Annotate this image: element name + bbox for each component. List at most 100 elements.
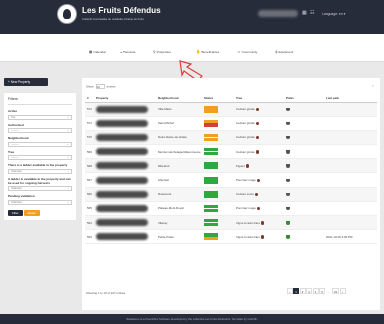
property-name-redacted[interactable] [94, 116, 156, 131]
page-button[interactable]: 2 [299, 288, 306, 294]
table-row[interactable]: 569 Mercier-Hochelaga-Maisonneuve Cerisier… [85, 144, 377, 160]
status-badge [204, 236, 218, 241]
reset-button[interactable]: Reset [23, 209, 40, 216]
table-row[interactable]: 567 Ahuntsic Pommier rouge [85, 172, 377, 188]
filter-ladder-usable-select[interactable]: Unknown [8, 186, 72, 191]
row-tree: Cerisier griotte [234, 144, 284, 160]
filter-tree-select[interactable]: --------- [8, 155, 72, 160]
property-name-redacted[interactable] [94, 172, 156, 188]
page-button[interactable]: 1 [293, 288, 299, 294]
main-nav: ▦Calendar ◒Harvests ⚲Properties ✋Benefic… [0, 34, 384, 62]
status-badge [204, 222, 218, 227]
column-header[interactable]: # [85, 94, 94, 103]
filter-pending-select[interactable]: Unknown [8, 199, 72, 205]
row-id: 567 [85, 172, 94, 188]
row-last-pick [324, 215, 377, 231]
prev-page-button[interactable]: ‹ [286, 288, 293, 294]
globe-icon: ☷ [310, 10, 315, 16]
show-entries: Show 10 entries [86, 84, 116, 89]
page-button[interactable]: 23 [332, 288, 340, 294]
property-name-redacted[interactable] [94, 201, 156, 217]
table-row[interactable]: 565 Plateau-Mont-Royal Pommier rouge [85, 201, 377, 217]
fruit-icon [260, 235, 265, 239]
nav-community[interactable]: ☺Community [237, 50, 257, 54]
row-neighborhood: Mercier-Hochelaga-Maisonneuve [156, 144, 202, 160]
column-header[interactable]: Last pick [324, 94, 377, 103]
nav-equipment[interactable]: ╪Equipment [275, 50, 293, 54]
status-badge [204, 137, 218, 141]
row-id: 566 [85, 187, 94, 202]
filter-button[interactable]: Filter [8, 209, 23, 216]
ladder-icon: ╪ [275, 50, 278, 54]
footer: Saskatoon is a Free/Libre Software devel… [0, 314, 384, 324]
column-header[interactable]: Property [94, 94, 156, 103]
row-tree: Pommier rouge [234, 201, 284, 217]
row-tree: Figuier [234, 158, 284, 174]
entries-select[interactable]: 10 [95, 84, 105, 89]
fruit-icon [255, 107, 260, 112]
status-badge [204, 194, 218, 198]
site-subtitle: Collectif montréalais de cueillette urba… [82, 17, 144, 21]
logo-icon[interactable] [57, 4, 77, 24]
table-row[interactable]: 568 Mile-End Figuier [85, 158, 377, 174]
column-header[interactable]: Neighborhood [156, 94, 202, 103]
nav-beneficiaries[interactable]: ✋Beneficiaries [196, 50, 219, 54]
row-neighborhood: Notre-Dame-de-Grâce [156, 130, 202, 146]
row-id: 563 [85, 229, 94, 245]
user-icon[interactable]: ▦ [302, 10, 307, 16]
page-button[interactable]: 5 [319, 288, 325, 294]
row-id: 572 [85, 102, 94, 117]
property-name-redacted[interactable] [94, 229, 156, 245]
property-name-redacted[interactable] [94, 102, 156, 117]
property-name-redacted[interactable] [94, 144, 156, 160]
row-last-pick [324, 144, 377, 160]
column-header[interactable]: Status [202, 94, 234, 103]
table-row[interactable]: 572 Ville-Marie Cerisier griotte [85, 102, 377, 117]
column-header[interactable]: Tree [234, 94, 284, 103]
row-tree: Cerisier griotte [234, 130, 284, 146]
page-button[interactable]: 4 [312, 288, 319, 294]
page-button[interactable]: 3 [306, 288, 312, 294]
table-row[interactable]: 571 Saint-Michel Cerisier griotte [85, 116, 377, 131]
nav-harvests[interactable]: ◒Harvests [120, 50, 135, 54]
nav-calendar[interactable]: ▦Calendar [89, 50, 106, 54]
basket-icon [286, 121, 290, 126]
page-button: … [327, 290, 330, 294]
language-selector[interactable]: Language: en ▾ [322, 12, 345, 16]
user-name-redacted[interactable] [258, 10, 298, 17]
property-name-redacted[interactable] [94, 158, 156, 174]
fruit-icon [245, 164, 250, 168]
status-badge [204, 180, 218, 184]
row-neighborhood: Saint-Michel [156, 116, 202, 131]
filter-active-select[interactable]: Yes [8, 114, 72, 120]
redacted-name [96, 233, 148, 241]
search-icon[interactable]: ⌕ [372, 83, 374, 88]
fruit-icon [255, 150, 260, 154]
basket-icon [286, 192, 290, 197]
filter-authorized-select[interactable]: --------- [8, 128, 72, 133]
row-id: 570 [85, 130, 94, 146]
table-row[interactable]: 570 Notre-Dame-de-Grâce Cerisier griotte [85, 130, 377, 146]
calendar-icon: ▦ [89, 50, 93, 54]
nav-properties[interactable]: ⚲Properties [153, 50, 171, 54]
property-name-redacted[interactable] [94, 215, 156, 231]
table-row[interactable]: 563 Petite-Patrie Vigne à raisin bleu 2021-… [85, 229, 377, 245]
property-name-redacted[interactable] [94, 130, 156, 146]
filter-ladder-label: There is a ladder available in the prope… [8, 163, 68, 167]
table-row[interactable]: 566 Rosemont Cerisier sucré [85, 187, 377, 202]
status-badge [204, 208, 218, 212]
filter-neighborhood-select[interactable]: --------- [8, 141, 72, 147]
row-last-pick [324, 172, 377, 188]
property-name-redacted[interactable] [94, 187, 156, 202]
status-badge [204, 166, 218, 170]
row-picks [284, 215, 324, 231]
row-last-pick [324, 187, 377, 202]
filter-ladder-select[interactable]: Unknown [8, 168, 72, 174]
row-picks [284, 172, 324, 188]
new-property-button[interactable]: + New Property [4, 78, 48, 86]
table-row[interactable]: 564 Villeray Vigne à raisin bleu [85, 215, 377, 231]
fruit-icon [260, 221, 265, 225]
row-status [202, 172, 234, 188]
column-header[interactable]: Picks [284, 94, 324, 103]
next-page-button[interactable]: › [339, 288, 346, 294]
